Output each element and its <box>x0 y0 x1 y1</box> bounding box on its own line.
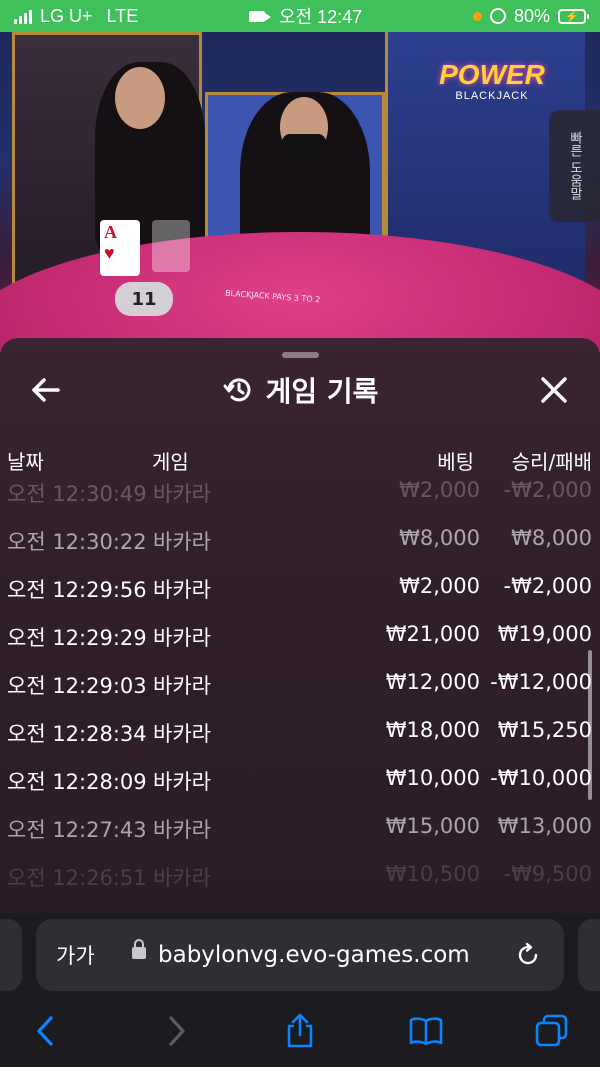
camera-icon <box>249 10 271 22</box>
status-bar: LG U+ LTE 오전 12:47 80% ⚡ <box>0 0 600 32</box>
table-row[interactable]: 오전 12:30:22 바카라 ₩8,000 ₩8,000 <box>0 522 600 562</box>
reload-icon[interactable] <box>514 941 542 969</box>
quick-help-tab[interactable]: 빠른 도움말 <box>549 110 600 222</box>
col-date: 날짜 <box>7 450 44 474</box>
table-row[interactable]: 오전 12:30:49 바카라 ₩2,000 -₩2,000 <box>0 478 600 514</box>
col-result: 승리/패배 <box>511 450 592 474</box>
battery-charging-icon: ⚡ <box>557 8 589 24</box>
browser-address-area: 가가 babylonvg.evo-games.com <box>0 913 600 997</box>
table-row[interactable]: 오전 12:28:34 바카라 ₩18,000 ₩15,250 <box>0 714 600 754</box>
share-icon[interactable] <box>282 1013 318 1049</box>
sheet-header: 게임 기록 <box>0 366 600 414</box>
card-shoe <box>152 220 190 272</box>
next-tab-preview[interactable] <box>578 919 600 991</box>
browser-toolbar <box>0 997 600 1067</box>
privacy-dot-icon <box>472 11 482 21</box>
history-list[interactable]: 오전 12:30:49 바카라 ₩2,000 -₩2,000 오전 12:30:… <box>0 478 600 913</box>
network-label: LTE <box>106 5 139 26</box>
col-bet: 베팅 <box>437 450 474 474</box>
sheet-grabber[interactable] <box>282 352 319 358</box>
dealer-head <box>115 67 165 129</box>
text-size-button[interactable]: 가가 <box>56 940 95 970</box>
scrollbar[interactable] <box>588 650 592 800</box>
table-row[interactable]: 오전 12:28:09 바카라 ₩10,000 -₩10,000 <box>0 762 600 802</box>
table-row[interactable]: 오전 12:29:29 바카라 ₩21,000 ₩19,000 <box>0 618 600 658</box>
table-row[interactable]: 오전 12:29:03 바카라 ₩12,000 -₩12,000 <box>0 666 600 706</box>
signal-icon <box>14 8 32 24</box>
game-history-sheet: 게임 기록 날짜 게임 베팅 승리/패배 오전 12:30:49 바카라 ₩2,… <box>0 338 600 913</box>
battery-percent: 80% <box>513 5 550 26</box>
face-mask <box>282 134 326 158</box>
power-blackjack-logo: POWER BLACKJACK <box>439 59 545 103</box>
playing-card: A ♥ <box>100 220 140 276</box>
forward-chevron-icon[interactable] <box>158 1013 194 1049</box>
live-video-feed[interactable]: A ♥ 11 BLACKJACK PAYS 3 TO 2 POWER BLACKJ… <box>0 32 600 352</box>
table-row[interactable]: 오전 12:29:56 바카라 ₩2,000 -₩2,000 <box>0 570 600 610</box>
address-bar[interactable]: 가가 babylonvg.evo-games.com <box>36 919 564 991</box>
table-row[interactable]: 오전 12:26:51 바카라 ₩10,500 -₩9,500 <box>0 858 600 898</box>
rotation-lock-icon <box>489 8 506 24</box>
carrier-label: LG U+ <box>40 5 93 26</box>
sheet-title: 게임 기록 <box>265 375 379 408</box>
clock: 오전 12:47 <box>279 7 363 27</box>
close-icon[interactable] <box>538 374 570 406</box>
url-domain[interactable]: babylonvg.evo-games.com <box>158 942 470 968</box>
history-icon <box>223 378 251 402</box>
col-game: 게임 <box>152 450 189 474</box>
hand-score-badge: 11 <box>115 282 173 316</box>
bookmarks-icon[interactable] <box>408 1013 444 1049</box>
tabs-icon[interactable] <box>534 1013 570 1049</box>
previous-tab-preview[interactable] <box>0 919 22 991</box>
back-chevron-icon[interactable] <box>28 1013 64 1049</box>
column-headers: 날짜 게임 베팅 승리/패배 <box>0 446 600 476</box>
table-row[interactable]: 오전 12:27:43 바카라 ₩15,000 ₩13,000 <box>0 810 600 850</box>
lock-icon <box>132 939 146 959</box>
